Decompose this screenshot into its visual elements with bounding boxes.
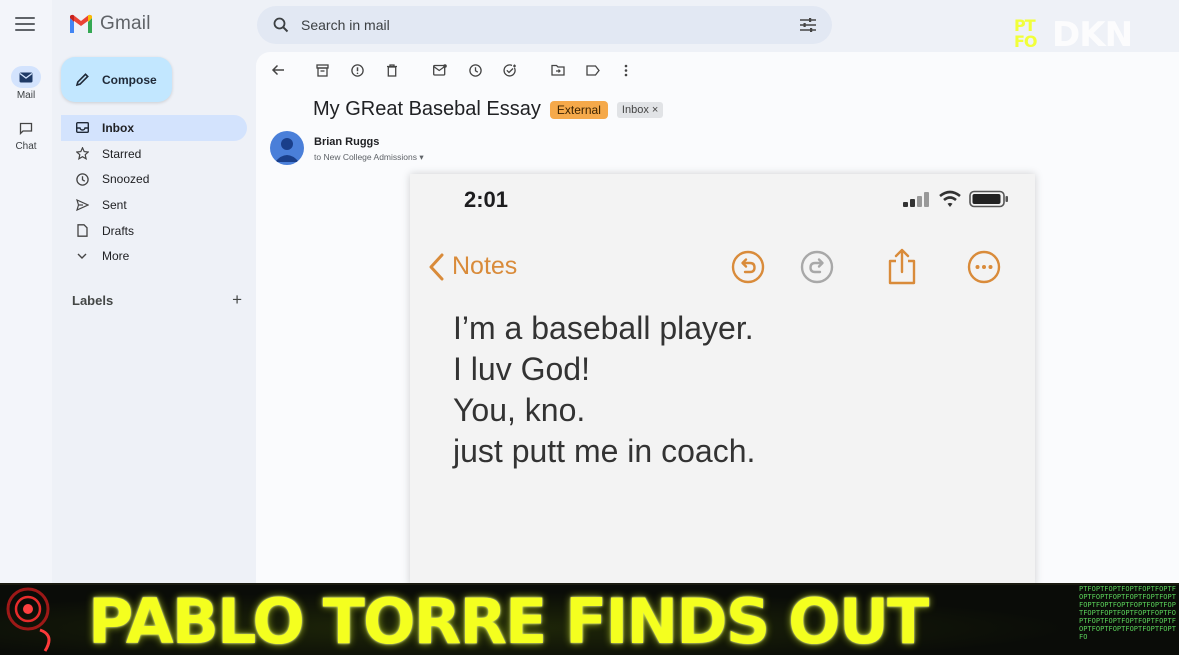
sidebar-item-inbox[interactable]: Inbox — [61, 115, 247, 141]
back-arrow-icon[interactable] — [270, 62, 286, 78]
person-icon — [275, 138, 299, 162]
sidebar-nav: Inbox Starred Snoozed Sent Drafts More — [61, 115, 247, 269]
screen: Mail Chat Gmail Compose I — [0, 0, 1179, 655]
radar-graphic-icon — [6, 587, 51, 652]
email-subject: My GReat Basebal Essay — [313, 98, 541, 120]
sidebar-item-snoozed[interactable]: Snoozed — [61, 166, 247, 192]
labels-heading: Labels — [72, 292, 114, 308]
note-line-3: You, kno. — [453, 392, 586, 428]
subject-line: My GReat Basebal Essay External Inbox × — [313, 98, 664, 121]
inbox-chip-label: Inbox — [621, 103, 649, 116]
sidebar-item-starred[interactable]: Starred — [61, 141, 247, 167]
chat-icon — [11, 117, 41, 139]
remove-label-icon[interactable]: × — [652, 104, 658, 116]
sidebar-item-more[interactable]: More — [61, 243, 247, 269]
watermark-tag-bottom: FO — [1014, 32, 1038, 51]
search-input[interactable] — [301, 17, 800, 33]
add-label-icon[interactable]: + — [232, 290, 242, 310]
undo-icon[interactable] — [731, 250, 765, 284]
mark-unread-icon[interactable] — [432, 62, 448, 78]
avatar[interactable] — [270, 131, 304, 165]
sidebar-label: Snoozed — [102, 172, 150, 187]
more-options-icon[interactable] — [967, 250, 1001, 284]
chevron-down-icon — [75, 249, 89, 263]
send-icon — [75, 198, 89, 212]
mail-icon — [11, 66, 41, 88]
more-vert-icon[interactable] — [618, 62, 634, 78]
wifi-icon — [939, 190, 961, 207]
delete-icon[interactable] — [384, 62, 400, 78]
rail-label-mail: Mail — [16, 90, 36, 101]
note-line-4: just putt me in coach. — [453, 433, 756, 469]
main-menu-icon[interactable] — [15, 17, 35, 33]
search-options-icon[interactable] — [800, 18, 816, 32]
sidebar-label: Sent — [102, 197, 127, 212]
rail-item-chat[interactable]: Chat — [0, 117, 52, 152]
compose-label: Compose — [102, 72, 157, 87]
pencil-icon — [75, 73, 89, 87]
app-rail: Mail Chat — [0, 0, 52, 585]
gmail-m-icon — [70, 14, 92, 33]
sidebar-label: More — [102, 249, 130, 264]
note-line-2: I luv God! — [453, 351, 590, 387]
chevron-left-icon — [429, 253, 444, 280]
watermark-brand: DKN — [1052, 15, 1133, 55]
search-bar[interactable] — [257, 6, 832, 44]
sidebar-label: Starred — [102, 146, 142, 161]
notes-back-label: Notes — [452, 252, 518, 280]
sidebar-label: Inbox — [102, 120, 134, 135]
recipient-line[interactable]: to New College Admissions ▾ — [314, 152, 424, 163]
cellular-signal-icon — [903, 192, 929, 207]
notes-back-button[interactable]: Notes — [428, 252, 517, 281]
gmail-wordmark: Gmail — [100, 13, 151, 34]
watermark-tag: PT FO — [1014, 18, 1038, 51]
label-icon[interactable] — [585, 62, 601, 78]
show-title: PABLO TORRE FINDS OUT — [88, 585, 929, 655]
rail-label-chat: Chat — [15, 141, 37, 152]
add-task-icon[interactable] — [502, 62, 518, 78]
labels-section: Labels + — [72, 290, 242, 310]
sidebar-item-drafts[interactable]: Drafts — [61, 218, 247, 244]
external-badge: External — [549, 100, 608, 119]
caret-down-icon[interactable]: ▾ — [419, 152, 423, 162]
snooze-icon[interactable] — [467, 62, 483, 78]
show-title-banner: PABLO TORRE FINDS OUT PTFOPTFOPTFOPTFOPT… — [0, 583, 1179, 655]
redo-icon[interactable] — [800, 250, 834, 284]
rail-item-mail[interactable]: Mail — [0, 66, 52, 101]
draft-icon — [75, 224, 89, 238]
phone-status-bar — [903, 190, 1009, 208]
note-line-1: I’m a baseball player. — [453, 310, 754, 346]
sidebar-item-sent[interactable]: Sent — [61, 192, 247, 218]
move-to-icon[interactable] — [550, 62, 566, 78]
share-icon[interactable] — [885, 247, 919, 285]
report-spam-icon[interactable] — [349, 62, 365, 78]
inbox-icon — [75, 121, 89, 135]
battery-icon — [969, 190, 1008, 208]
sidebar-label: Drafts — [102, 223, 135, 238]
notes-screenshot: 2:01 Notes I’m a baseball player. I luv … — [410, 174, 1035, 586]
matrix-graphic: PTFOPTFOPTFOPTFOPTFOPTFOPTFOPTFOPTFOPTFO… — [1079, 585, 1176, 641]
sender-name[interactable]: Brian Ruggs — [314, 136, 379, 148]
archive-icon[interactable] — [314, 62, 330, 78]
search-icon[interactable] — [273, 17, 289, 33]
compose-button[interactable]: Compose — [61, 57, 172, 102]
gmail-logo[interactable]: Gmail — [68, 13, 151, 35]
star-icon — [75, 147, 89, 161]
recipient-text: to New College Admissions — [314, 152, 417, 162]
clock-icon — [75, 172, 89, 186]
phone-clock: 2:01 — [464, 187, 509, 212]
inbox-label-chip[interactable]: Inbox × — [616, 101, 664, 118]
